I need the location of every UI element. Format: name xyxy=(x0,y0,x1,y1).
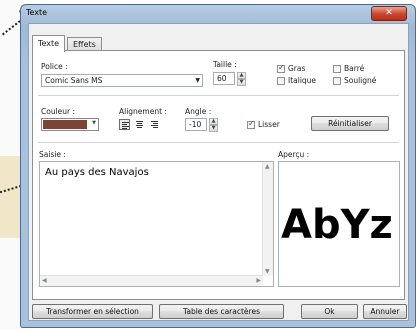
italic-checkbox[interactable] xyxy=(277,77,285,85)
text-input-area[interactable]: Au pays des Navajos ▲ ▼ ◀ ▶ xyxy=(39,161,274,287)
color-picker[interactable]: ▼ xyxy=(41,118,99,131)
bold-checkbox[interactable] xyxy=(277,63,285,73)
align-right-button[interactable] xyxy=(149,119,160,130)
color-swatch xyxy=(43,120,87,129)
preview-label: Aperçu : xyxy=(278,150,310,159)
underline-label: Souligné xyxy=(344,76,377,85)
color-label: Couleur : xyxy=(41,107,76,116)
size-up-button[interactable]: ▲ xyxy=(237,72,246,79)
font-select[interactable]: Comic Sans MS ▼ xyxy=(41,74,203,87)
background-highlight xyxy=(0,156,20,238)
chevron-down-icon: ▼ xyxy=(195,77,200,84)
tab-texte[interactable]: Texte xyxy=(32,35,66,52)
tab-panel: Police : Comic Sans MS ▼ Taille : 60 ▲ ▼… xyxy=(32,50,405,300)
scroll-left-icon: ◀ xyxy=(42,277,47,284)
size-input[interactable]: 60 xyxy=(213,72,235,85)
close-icon: ✕ xyxy=(385,8,393,18)
align-left-button[interactable] xyxy=(119,119,130,130)
angle-down-button[interactable]: ▼ xyxy=(209,125,218,132)
scroll-up-icon: ▲ xyxy=(265,163,270,170)
strike-label: Barré xyxy=(344,64,365,73)
input-label: Saisie : xyxy=(39,150,66,159)
chevron-down-icon: ▼ xyxy=(92,120,96,126)
cancel-button[interactable]: Annuler xyxy=(363,304,407,319)
chevron-down-icon: ▼ xyxy=(211,125,216,131)
scroll-right-icon: ▶ xyxy=(256,277,261,284)
close-button[interactable]: ✕ xyxy=(371,6,407,21)
window-title: Texte xyxy=(26,8,48,17)
chevron-down-icon: ▼ xyxy=(239,79,244,85)
angle-input[interactable]: -10 xyxy=(185,118,207,131)
strike-checkbox[interactable] xyxy=(333,65,341,73)
angle-label: Angle : xyxy=(185,107,212,116)
bold-label: Gras xyxy=(288,64,306,73)
character-map-button[interactable]: Table des caractères xyxy=(159,304,284,319)
text-dialog: Texte ✕ Texte Effets Police : Comic Sans… xyxy=(20,4,416,328)
vertical-scrollbar[interactable]: ▲ ▼ xyxy=(262,162,273,276)
size-value: 60 xyxy=(217,74,227,83)
tab-effets[interactable]: Effets xyxy=(67,37,102,51)
angle-up-button[interactable]: ▲ xyxy=(209,118,218,125)
size-label: Taille : xyxy=(213,60,237,69)
size-down-button[interactable]: ▼ xyxy=(237,79,246,86)
italic-label: Italique xyxy=(288,76,317,85)
transform-selection-button[interactable]: Transformer en sélection xyxy=(32,304,153,319)
chevron-up-icon: ▲ xyxy=(239,72,244,78)
underline-checkbox[interactable] xyxy=(333,77,341,85)
preview-text: AbYz xyxy=(281,202,393,248)
dialog-client: Texte Effets Police : Comic Sans MS ▼ Ta… xyxy=(28,23,409,321)
ok-button[interactable]: Ok xyxy=(301,304,358,319)
scroll-down-icon: ▼ xyxy=(265,268,270,275)
font-value: Comic Sans MS xyxy=(45,76,103,85)
reset-button[interactable]: Réinitialiser xyxy=(311,116,389,131)
chevron-up-icon: ▲ xyxy=(211,118,216,124)
divider xyxy=(38,142,399,143)
input-text: Au pays des Navajos xyxy=(45,167,149,178)
title-bar[interactable]: Texte ✕ xyxy=(21,5,415,23)
horizontal-scrollbar[interactable]: ◀ ▶ xyxy=(40,275,263,286)
preview-box: AbYz xyxy=(278,161,400,287)
alignment-label: Alignement : xyxy=(119,107,167,116)
smooth-label: Lisser xyxy=(258,120,280,129)
font-label: Police : xyxy=(41,62,68,71)
align-center-button[interactable] xyxy=(134,119,145,130)
smooth-checkbox[interactable] xyxy=(247,119,255,129)
angle-value: -10 xyxy=(189,120,202,129)
divider xyxy=(38,95,399,96)
